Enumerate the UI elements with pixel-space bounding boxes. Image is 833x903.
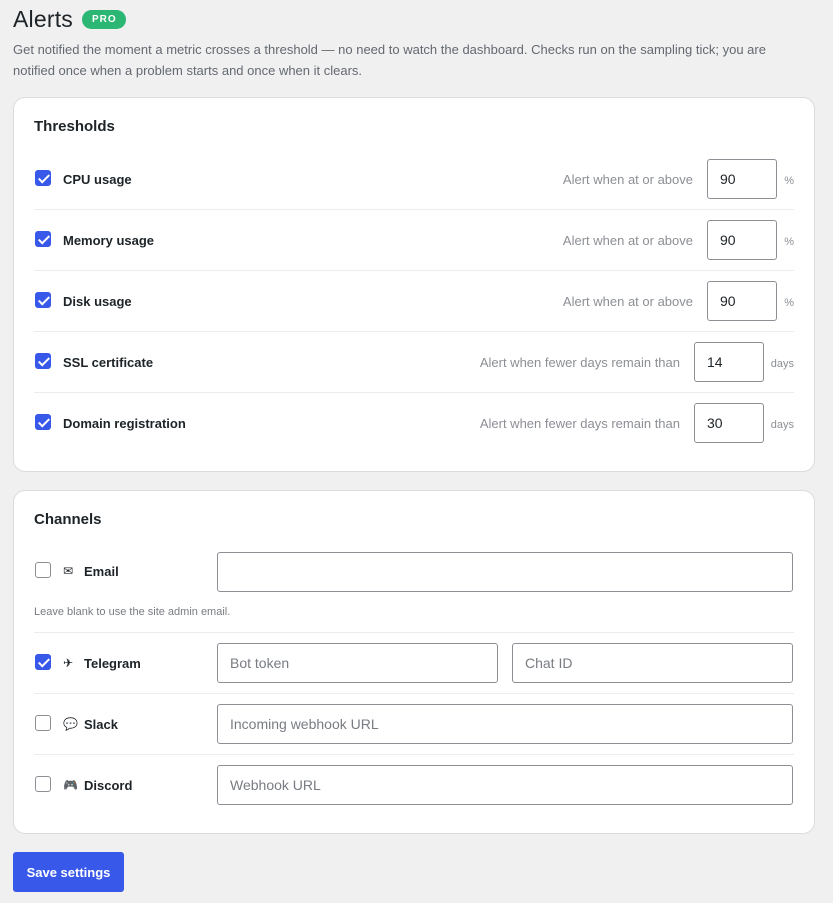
disk-threshold-input[interactable] [707, 281, 777, 321]
slack-label: Slack [84, 717, 118, 732]
domain-threshold-input[interactable] [694, 403, 764, 443]
disk-unit: % [784, 297, 794, 309]
page-description: Get notified the moment a metric crosses… [13, 42, 766, 78]
email-help: Leave blank to use the site admin email. [34, 606, 231, 618]
thresholds-title: Thresholds [34, 118, 115, 135]
memory-hint: Alert when at or above [562, 233, 693, 248]
cpu-threshold-input[interactable] [707, 159, 777, 199]
memory-threshold-input[interactable] [707, 220, 777, 260]
domain-hint: Alert when fewer days remain than [479, 416, 680, 431]
page-title: Alerts [13, 6, 73, 32]
email-label: Email [84, 564, 119, 579]
disk-checkbox[interactable] [35, 292, 51, 308]
threshold-row-cpu: CPU usage Alert when at or above % [34, 149, 794, 210]
domain-checkbox[interactable] [35, 414, 51, 430]
channels-title: Channels [34, 511, 102, 528]
memory-unit: % [784, 236, 794, 248]
telegram-checkbox[interactable] [35, 654, 51, 670]
threshold-row-domain: Domain registration Alert when fewer day… [34, 393, 794, 454]
memory-checkbox[interactable] [35, 231, 51, 247]
save-settings-button[interactable]: Save settings [13, 852, 124, 892]
disk-hint: Alert when at or above [562, 294, 693, 309]
email-checkbox[interactable] [35, 562, 51, 578]
ssl-unit: days [770, 358, 794, 370]
threshold-row-disk: Disk usage Alert when at or above % [34, 271, 794, 332]
ssl-label: SSL certificate [63, 355, 154, 370]
page-header: Alerts PRO [13, 6, 126, 33]
threshold-row-ssl: SSL certificate Alert when fewer days re… [34, 332, 794, 393]
domain-label: Domain registration [63, 416, 186, 431]
discord-checkbox[interactable] [35, 776, 51, 792]
ssl-hint: Alert when fewer days remain than [479, 355, 680, 370]
telegram-label: Telegram [84, 656, 141, 671]
thresholds-card: Thresholds CPU usage Alert when at or ab… [13, 97, 815, 472]
telegram-chat-id-input[interactable] [512, 643, 793, 683]
threshold-row-memory: Memory usage Alert when at or above % [34, 210, 794, 271]
channel-row-telegram: ✈ Telegram [34, 633, 794, 694]
ssl-threshold-input[interactable] [694, 342, 764, 382]
channel-row-slack: 💬 Slack [34, 694, 794, 755]
disk-label: Disk usage [63, 294, 132, 309]
speech-bubble-icon: 💬 [63, 717, 78, 731]
ssl-checkbox[interactable] [35, 353, 51, 369]
discord-label: Discord [84, 778, 133, 793]
slack-webhook-input[interactable] [217, 704, 793, 744]
pro-badge: PRO [82, 10, 126, 29]
cpu-unit: % [784, 175, 794, 187]
game-controller-icon: 🎮 [63, 778, 78, 792]
telegram-token-input[interactable] [217, 643, 498, 683]
channel-row-email: ✉ Email Leave blank to use the site admi… [34, 542, 794, 633]
channels-card: Channels ✉ Email Leave blank to use the … [13, 490, 815, 834]
cpu-hint: Alert when at or above [562, 172, 693, 187]
memory-label: Memory usage [63, 233, 155, 248]
domain-unit: days [770, 419, 794, 431]
email-input[interactable] [217, 552, 793, 592]
airplane-icon: ✈ [63, 656, 74, 670]
cpu-label: CPU usage [63, 172, 132, 187]
cpu-checkbox[interactable] [35, 170, 51, 186]
channel-row-discord: 🎮 Discord [34, 755, 794, 816]
discord-webhook-input[interactable] [217, 765, 793, 805]
slack-checkbox[interactable] [35, 715, 51, 731]
envelope-icon: ✉ [63, 564, 74, 578]
